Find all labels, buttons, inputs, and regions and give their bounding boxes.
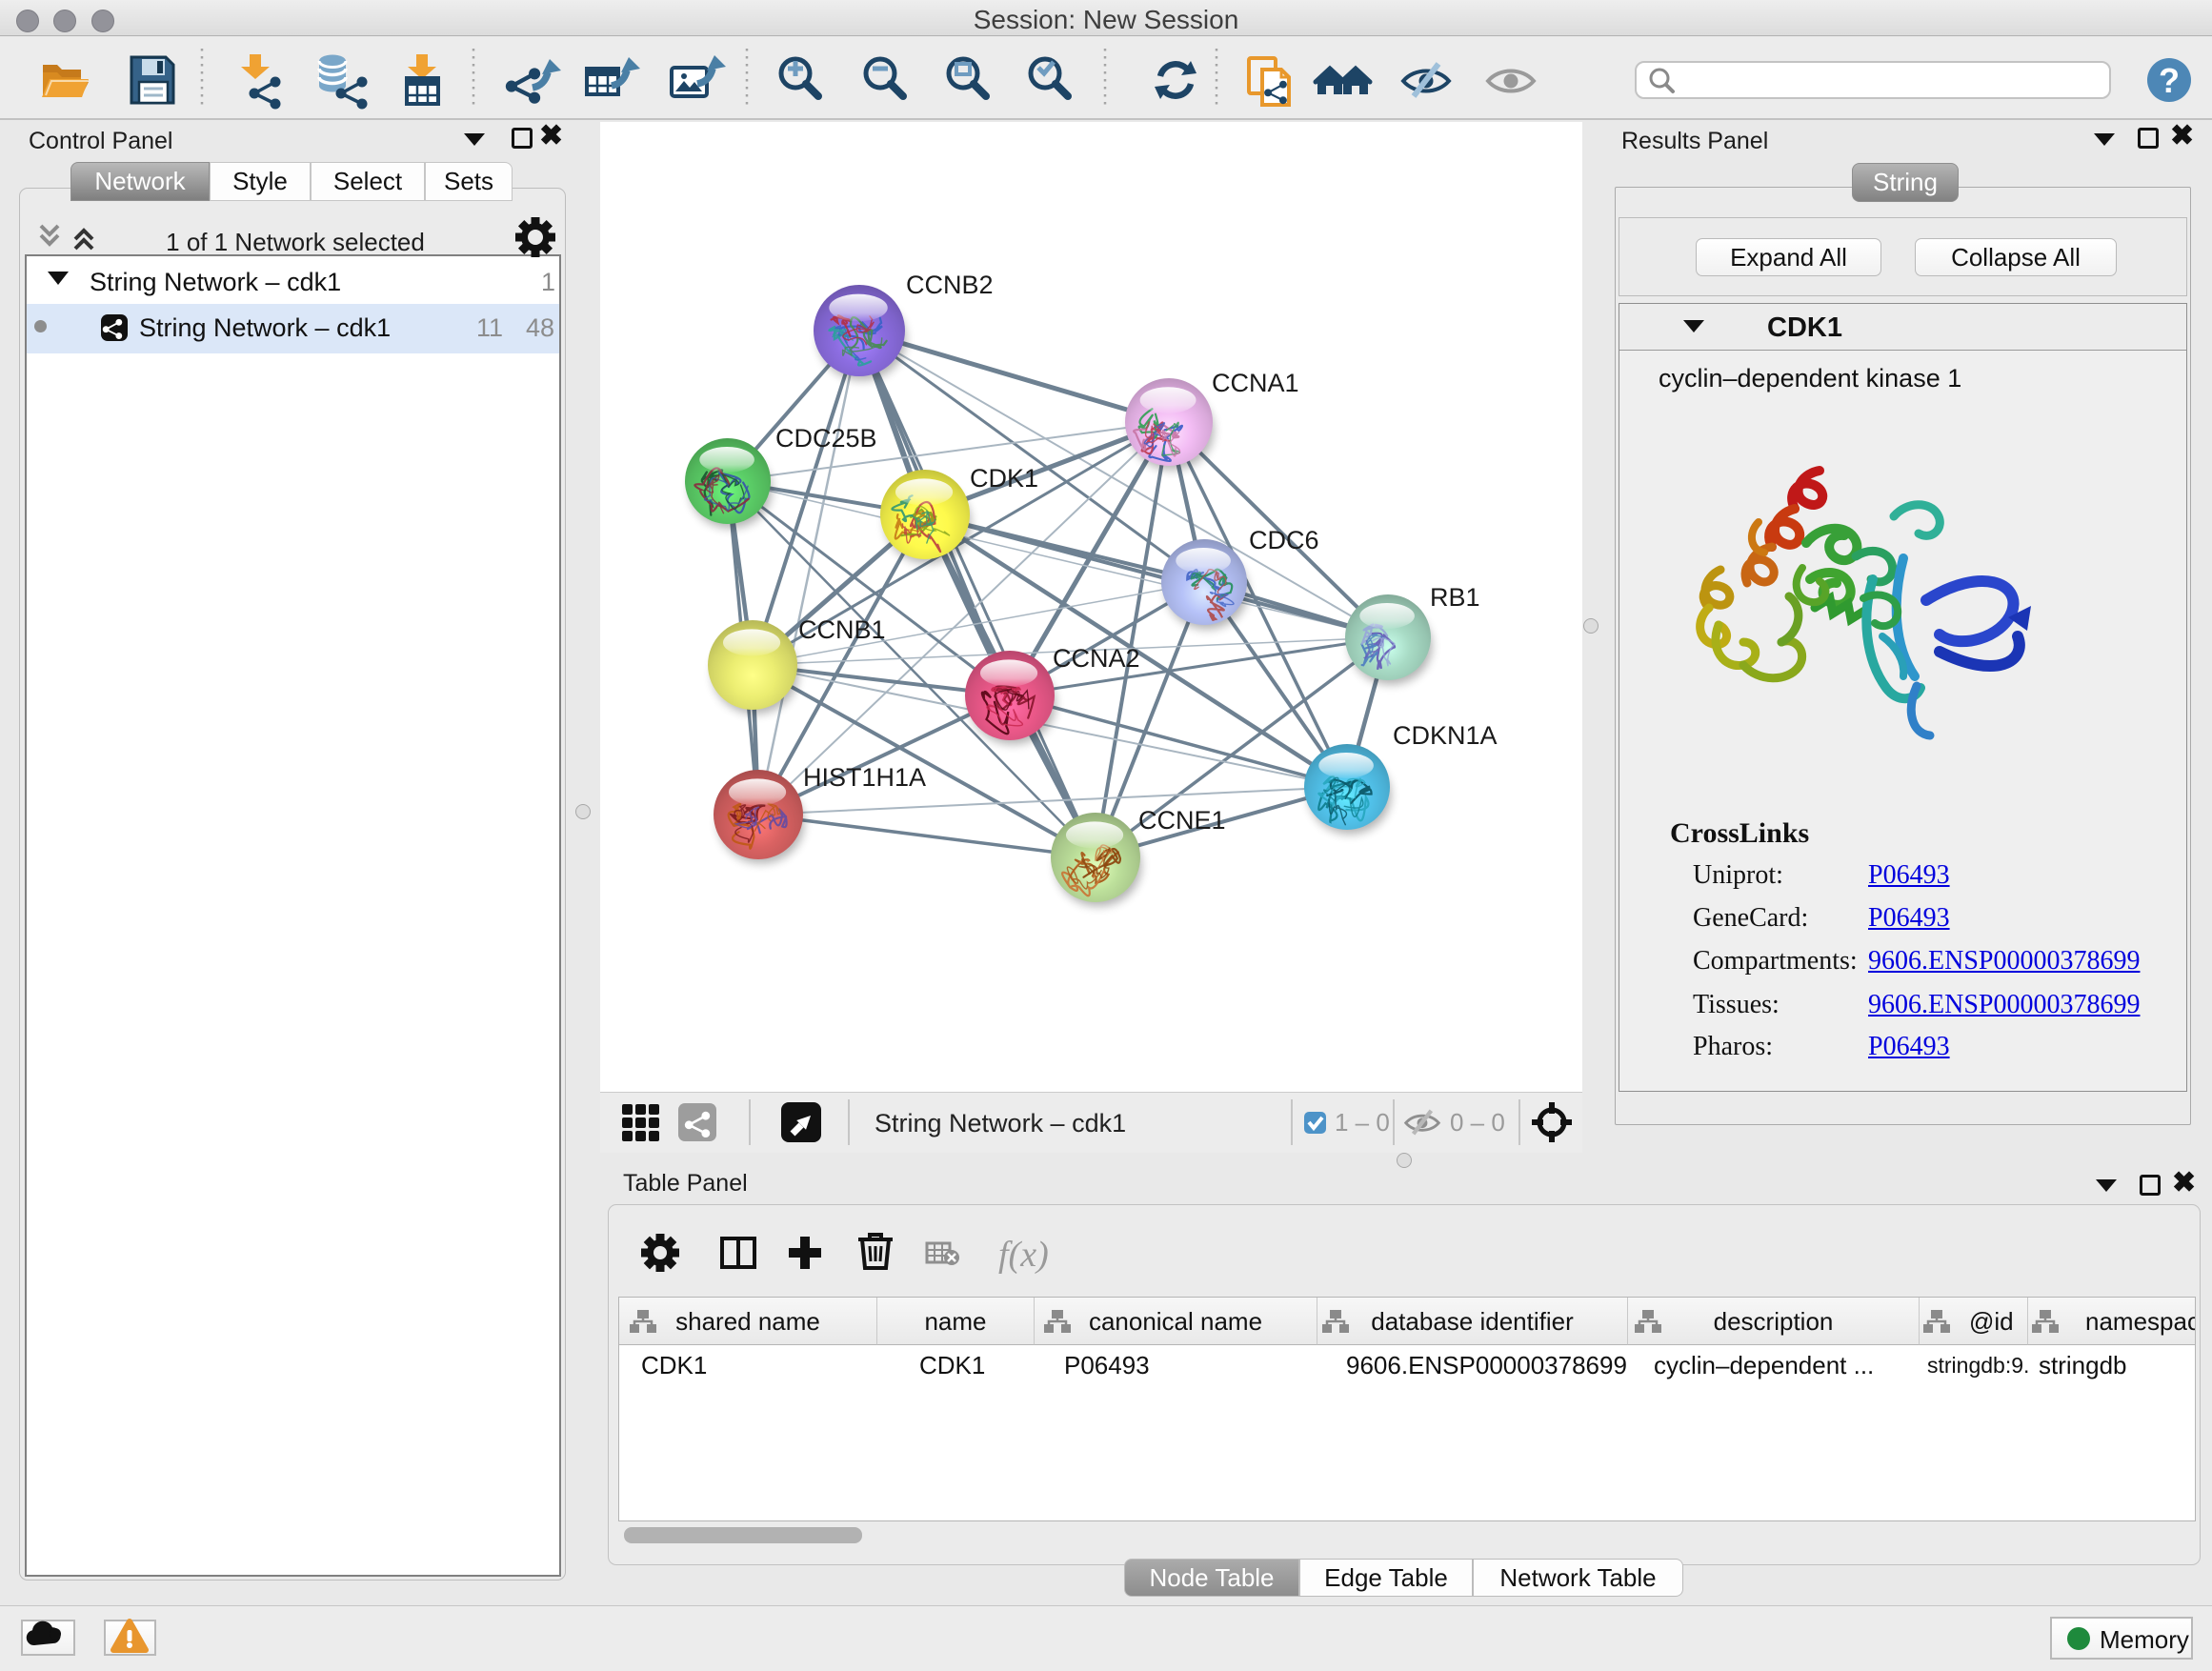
svg-text:CDK1: CDK1 xyxy=(970,464,1038,493)
svg-text:CDC6: CDC6 xyxy=(1249,526,1319,554)
svg-text:CDKN1A: CDKN1A xyxy=(1393,721,1498,750)
svg-text:RB1: RB1 xyxy=(1430,583,1480,612)
svg-text:CCNE1: CCNE1 xyxy=(1138,806,1226,835)
svg-text:CCNA2: CCNA2 xyxy=(1053,644,1140,673)
svg-text:CCNB1: CCNB1 xyxy=(798,615,886,644)
svg-text:CDC25B: CDC25B xyxy=(775,424,877,453)
svg-text:HIST1H1A: HIST1H1A xyxy=(803,763,926,792)
svg-text:CCNB2: CCNB2 xyxy=(906,271,994,299)
svg-text:CCNA1: CCNA1 xyxy=(1212,369,1299,397)
